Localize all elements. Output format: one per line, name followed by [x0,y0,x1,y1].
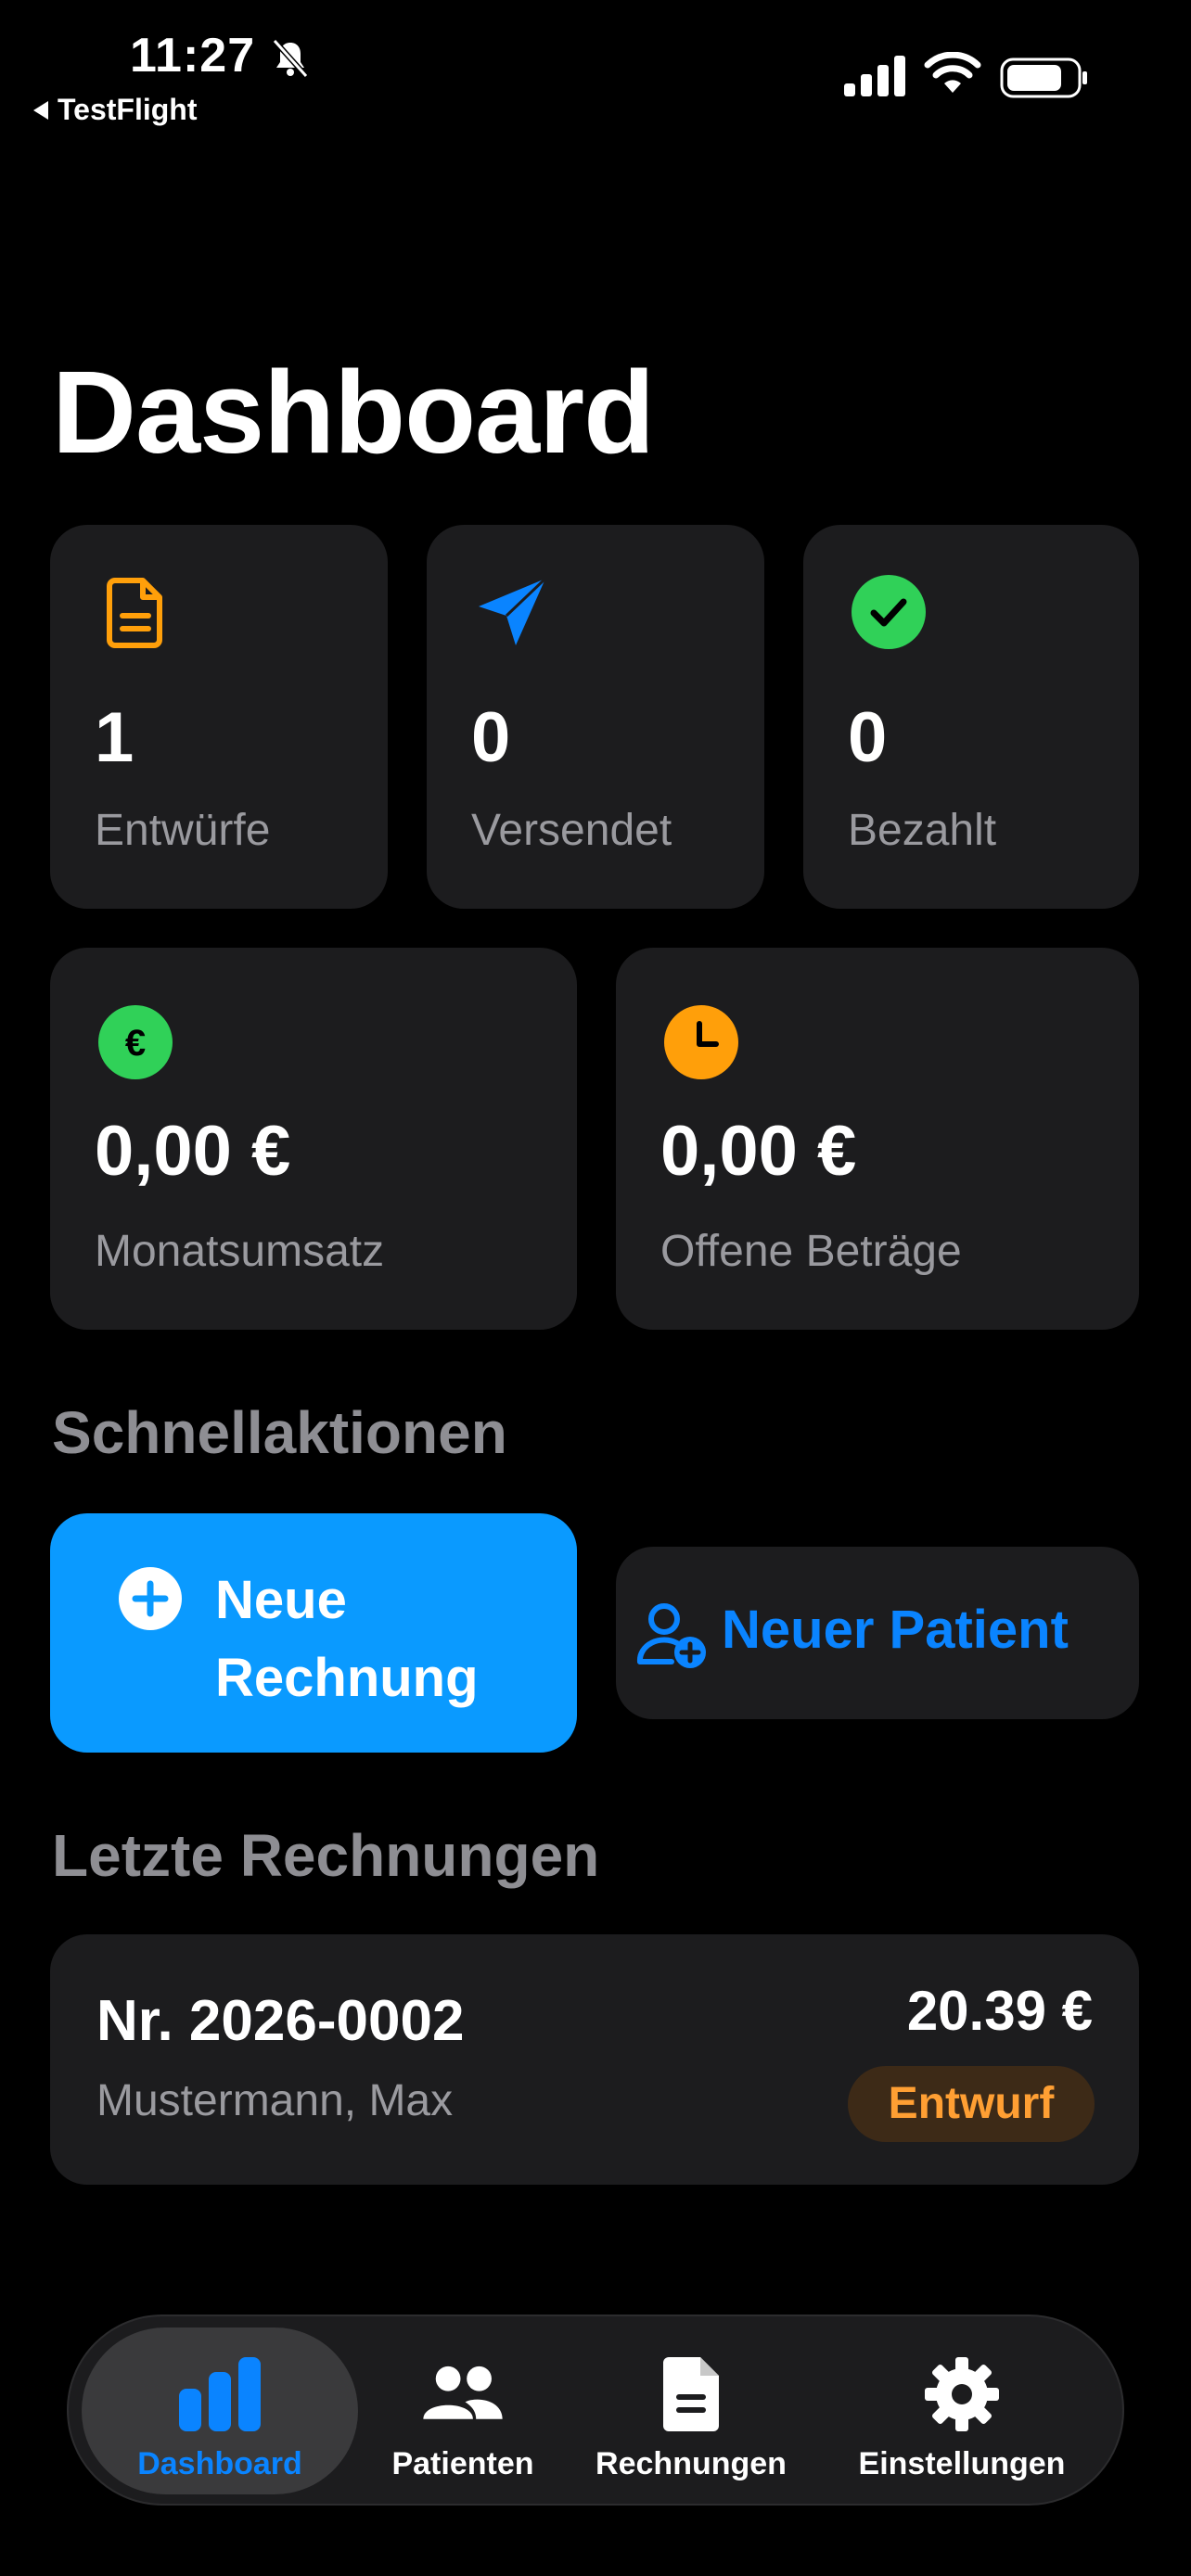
invoice-status-badge: Entwurf [848,2066,1095,2142]
checkmark-circle-icon [852,575,926,649]
tab-settings[interactable]: Einstellungen [818,2327,1106,2494]
bell-slash-icon [272,38,309,79]
paper-plane-icon [479,577,547,645]
sent-label: Versendet [471,806,672,855]
stat-card-monthly-revenue[interactable]: € 0,00 € Monatsumsatz [50,948,577,1330]
page-title: Dashboard [52,347,655,478]
person-add-icon [636,1603,706,1668]
wifi-icon [924,52,981,93]
new-invoice-button[interactable]: Neue Rechnung [50,1513,577,1753]
euro-circle-icon: € [98,1005,173,1079]
status-time: 11:27 [130,29,256,83]
plus-circle-icon [119,1567,182,1630]
stat-card-drafts[interactable]: 1 Entwürfe [50,525,388,909]
quick-actions-title: Schnellaktionen [52,1399,507,1466]
cellular-signal-icon [844,56,905,96]
gear-icon [925,2357,999,2431]
monthly-revenue-value: 0,00 € [95,1112,291,1191]
tab-dashboard-label: Dashboard [137,2446,302,2481]
drafts-count: 1 [95,698,134,777]
tab-patients[interactable]: Patienten [362,2327,564,2494]
stat-card-open-amounts[interactable]: 0,00 € Offene Beträge [616,948,1139,1330]
tab-invoices[interactable]: Rechnungen [570,2327,813,2494]
new-patient-button[interactable]: Neuer Patient [616,1547,1139,1719]
back-link-label: TestFlight [58,93,198,126]
tab-bar: Dashboard Patienten Rechnungen Einstellu… [67,2315,1124,2506]
stat-card-paid[interactable]: 0 Bezahlt [803,525,1139,909]
open-amounts-label: Offene Beträge [660,1227,962,1276]
open-amounts-value: 0,00 € [660,1112,857,1191]
bar-chart-icon [179,2357,261,2431]
document-icon [663,2357,719,2431]
drafts-label: Entwürfe [95,806,271,855]
clock-circle-icon [664,1005,738,1079]
svg-text:€: € [125,1023,146,1064]
invoice-amount: 20.39 € [906,1980,1093,2042]
monthly-revenue-label: Monatsumsatz [95,1227,385,1276]
document-icon [107,578,162,648]
invoice-patient-name: Mustermann, Max [96,2076,454,2125]
paid-label: Bezahlt [848,806,997,855]
invoice-list-item[interactable]: Nr. 2026-0002 Mustermann, Max 20.39 € En… [50,1934,1139,2185]
tab-settings-label: Einstellungen [858,2446,1066,2481]
recent-invoices-title: Letzte Rechnungen [52,1822,600,1889]
back-to-testflight-link[interactable]: TestFlight [33,93,198,127]
tab-dashboard[interactable]: Dashboard [82,2327,358,2494]
new-invoice-label: Neue Rechnung [215,1570,479,1708]
sent-count: 0 [471,698,511,777]
paid-count: 0 [848,698,888,777]
back-arrow-icon [33,100,48,120]
invoice-number: Nr. 2026-0002 [96,1989,465,2053]
battery-icon [1000,57,1087,98]
dashboard-screen: 11:27 TestFlight Dashboard 1 Entwürfe 0 … [0,0,1191,2576]
stat-card-sent[interactable]: 0 Versendet [427,525,764,909]
new-patient-label: Neuer Patient [722,1600,1069,1660]
tab-invoices-label: Rechnungen [596,2446,787,2481]
tab-patients-label: Patienten [391,2446,534,2481]
people-icon [423,2366,503,2419]
